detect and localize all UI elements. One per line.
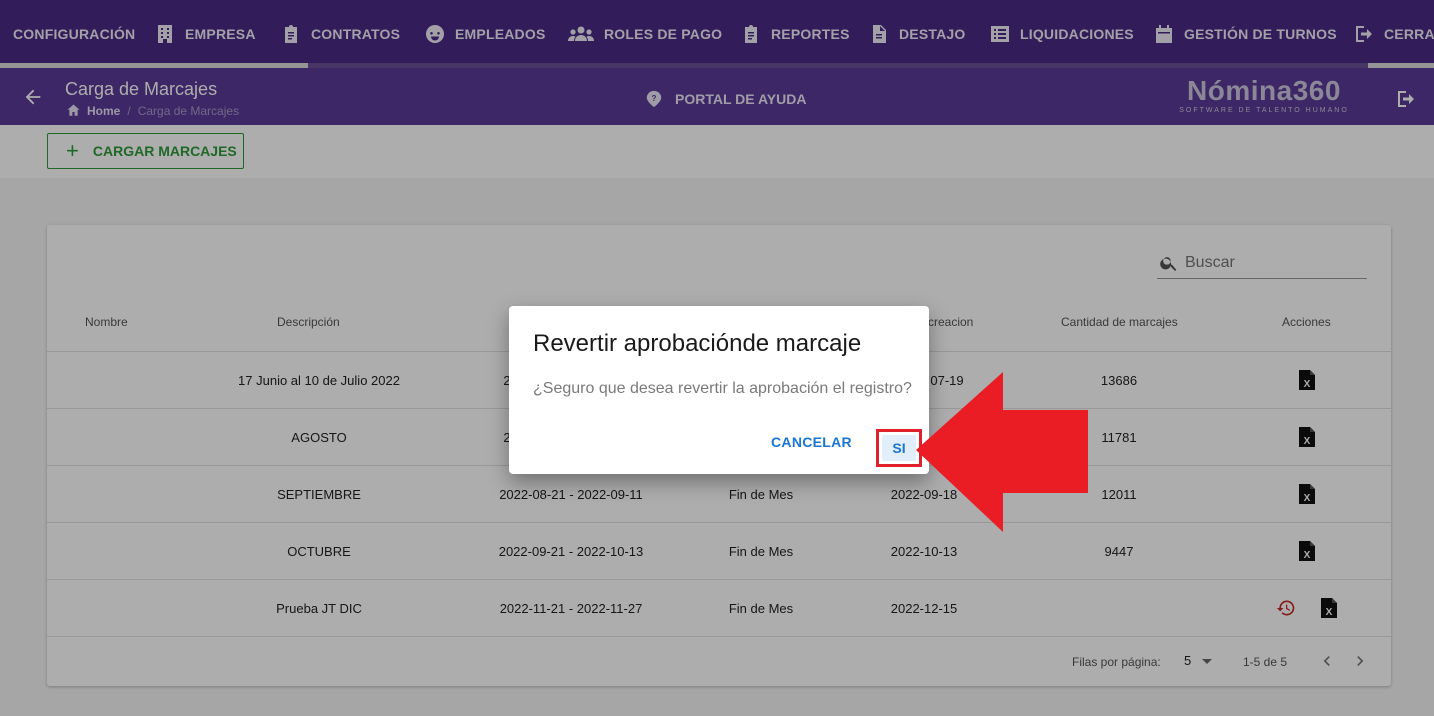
confirm-si-button[interactable]: SI bbox=[882, 435, 916, 461]
dialog-message: ¿Seguro que desea revertir la aprobación… bbox=[533, 380, 912, 397]
dialog-title: Revertir aprobaciónde marcaje bbox=[533, 330, 862, 357]
cancel-button[interactable]: CANCELAR bbox=[771, 434, 852, 450]
revert-approval-dialog: Revertir aprobaciónde marcaje ¿Seguro qu… bbox=[509, 306, 929, 474]
annotation-arrow-icon bbox=[916, 372, 1088, 532]
